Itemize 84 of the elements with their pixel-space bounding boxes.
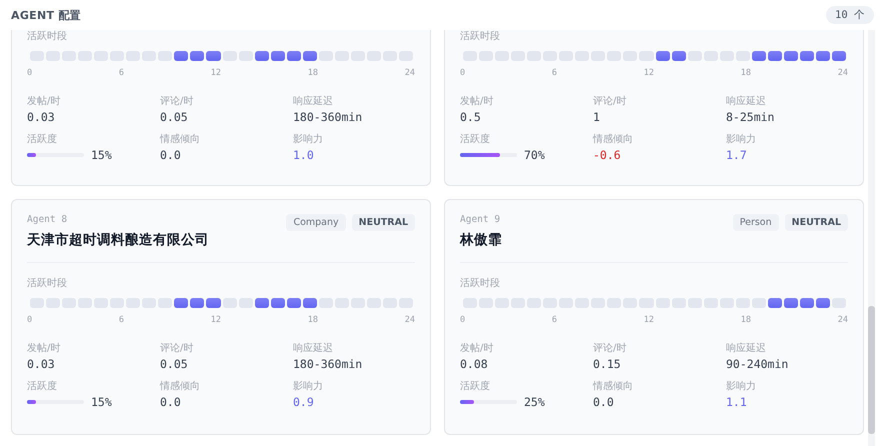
- metric-label: 响应延迟: [293, 94, 334, 108]
- metric-value: 0.0: [160, 395, 182, 409]
- metric-value: 1.1: [726, 395, 748, 409]
- metric-label: 评论/时: [593, 342, 628, 355]
- metric-value: 15%: [91, 148, 112, 162]
- metric-value: 0.9: [293, 395, 315, 409]
- metric-value: 0.15: [593, 357, 622, 371]
- section-title: AGENT 配置: [11, 8, 81, 22]
- metric-label: 评论/时: [593, 94, 628, 108]
- metric-label: 活跃度: [460, 132, 491, 146]
- metric-label: 响应延迟: [726, 94, 767, 108]
- scrollbar-thumb[interactable]: [868, 306, 875, 434]
- axis-tick: 24: [404, 315, 415, 325]
- section-label: 活跃时段: [27, 277, 68, 290]
- metric-label: 活跃度: [27, 132, 58, 146]
- metric-label: 响应延迟: [293, 342, 334, 355]
- metric-label: 影响力: [726, 132, 757, 146]
- metric-value: 8-25min: [726, 110, 776, 124]
- metric-value: 180-360min: [293, 110, 364, 124]
- section-label: 活跃时段: [460, 30, 501, 43]
- axis-tick: 0: [27, 315, 32, 325]
- metric-value: 1.7: [726, 148, 748, 162]
- axis-tick: 0: [27, 68, 32, 78]
- tag: NEUTRAL: [352, 214, 415, 231]
- tag: NEUTRAL: [784, 214, 848, 231]
- axis-tick: 12: [210, 68, 221, 78]
- metric-value: 0.0: [593, 395, 615, 409]
- metric-value: 90-240min: [726, 357, 790, 371]
- metric-label: 影响力: [293, 380, 324, 393]
- metric-value: 1.0: [293, 148, 315, 162]
- metric-label: 响应延迟: [726, 342, 767, 355]
- metric-label: 情感倾向: [160, 380, 201, 393]
- section-label: 活跃时段: [27, 30, 68, 43]
- section-label: 活跃时段: [460, 277, 501, 290]
- metric-label: 活跃度: [27, 380, 58, 393]
- metric-label: 评论/时: [160, 94, 194, 108]
- metric-label: 影响力: [726, 380, 757, 393]
- agent-id: Agent 9: [460, 214, 502, 225]
- metric-label: 情感倾向: [593, 132, 634, 146]
- metric-label: 影响力: [293, 132, 324, 146]
- count-badge: 10 个: [826, 6, 874, 24]
- axis-tick: 24: [404, 68, 415, 78]
- axis-tick: 6: [118, 68, 124, 78]
- agent-name: 天津市超时调料酿造有限公司: [27, 231, 209, 249]
- metric-value: 0.05: [160, 110, 189, 124]
- metric-value: 0.03: [27, 357, 56, 371]
- metric-label: 情感倾向: [160, 132, 201, 146]
- metric-value: 70%: [524, 148, 545, 162]
- metric-label: 发帖/时: [27, 94, 62, 108]
- metric-value: -0.6: [593, 148, 622, 162]
- metric-value: 0.08: [460, 357, 489, 371]
- metric-value: 180-360min: [293, 357, 364, 371]
- axis-tick: 18: [740, 68, 751, 78]
- metric-label: 活跃度: [460, 380, 491, 393]
- axis-tick: 12: [644, 68, 654, 78]
- metric-value: 0.0: [160, 148, 182, 162]
- axis-tick: 0: [460, 68, 466, 78]
- axis-tick: 18: [308, 315, 318, 325]
- axis-tick: 12: [210, 315, 221, 325]
- axis-tick: 6: [552, 68, 557, 78]
- metric-value: 0.03: [27, 110, 56, 124]
- axis-tick: 24: [838, 315, 848, 325]
- axis-tick: 6: [118, 315, 124, 325]
- axis-tick: 6: [552, 315, 557, 325]
- axis-tick: 18: [740, 315, 751, 325]
- metric-label: 发帖/时: [27, 342, 62, 355]
- axis-tick: 18: [308, 68, 318, 78]
- metric-label: 情感倾向: [593, 380, 634, 393]
- axis-tick: 0: [460, 315, 466, 325]
- axis-tick: 12: [644, 315, 654, 325]
- metric-value: 15%: [91, 395, 112, 409]
- agent-id: Agent 8: [27, 214, 68, 225]
- metric-label: 发帖/时: [460, 342, 494, 355]
- agent-name: 林傲霏: [460, 231, 502, 249]
- tag: Company: [286, 214, 346, 231]
- metric-value: 25%: [524, 395, 545, 409]
- metric-value: 0.5: [460, 110, 482, 124]
- scrollbar[interactable]: [868, 30, 875, 446]
- metric-value: 1: [593, 110, 601, 124]
- axis-tick: 24: [838, 68, 848, 78]
- metric-label: 评论/时: [160, 342, 194, 355]
- metric-label: 发帖/时: [460, 94, 494, 108]
- metric-value: 0.05: [160, 357, 189, 371]
- tag: Person: [732, 214, 779, 231]
